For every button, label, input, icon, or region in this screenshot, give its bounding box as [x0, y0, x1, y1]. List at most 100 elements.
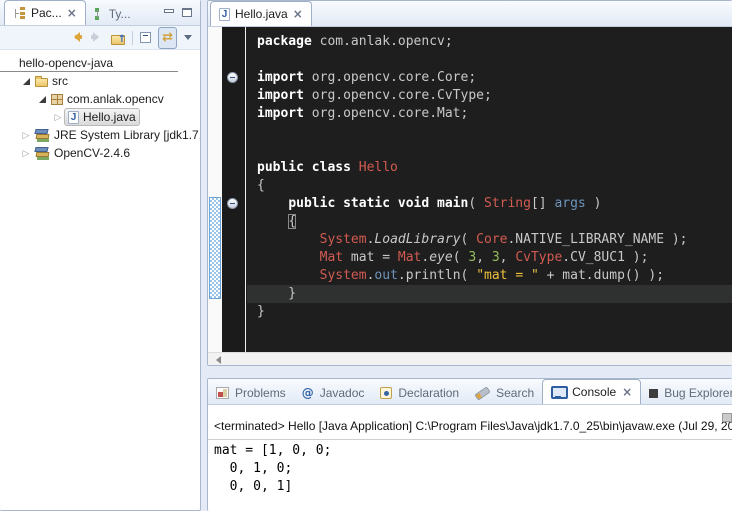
code-editor[interactable]: package com.anlak.opencv; import org.open… [208, 27, 732, 352]
code-token: .CV_8UC1 ); [562, 250, 648, 265]
range-indicator [209, 197, 221, 299]
link-with-editor-button[interactable] [158, 27, 177, 49]
tree-item-content: com.anlak.opencv [48, 91, 167, 107]
java-file-icon [219, 8, 230, 21]
code-token: .println( [398, 268, 476, 283]
collapse-all-button[interactable] [140, 32, 151, 43]
code-token: .NATIVE_LIBRARY_NAME ); [507, 232, 687, 247]
horizontal-scrollbar[interactable] [208, 352, 732, 366]
tab-label: Pac... [31, 6, 62, 20]
annotation-ruler[interactable] [208, 27, 222, 352]
code-line-14: System.out.println( "mat = " + mat.dump(… [247, 267, 732, 285]
tab-javadoc[interactable]: Javadoc [294, 381, 373, 404]
code-token: , [500, 250, 516, 265]
tab-type-hierarchy[interactable]: Ty... [86, 2, 139, 25]
code-token [257, 268, 320, 283]
code-token: System [320, 268, 367, 283]
code-line-4: import org.opencv.core.CvType; [247, 87, 732, 105]
editor-tab-hello-java[interactable]: Hello.java [210, 1, 312, 26]
java-file-icon [68, 111, 79, 124]
code-token: Hello [359, 160, 398, 175]
javadoc-icon [302, 386, 314, 400]
tree-item-hello-opencv-java[interactable]: hello-opencv-java [0, 54, 178, 72]
tab-bug-explorer[interactable]: Bug Explorer [641, 381, 732, 404]
search-icon [475, 386, 490, 399]
code-token: + mat.dump() ); [539, 268, 664, 283]
console-output-line-3: 0, 0, 1] [214, 478, 732, 496]
code-token: ( [453, 250, 469, 265]
code-token: 3 [468, 250, 476, 265]
close-icon[interactable] [293, 7, 303, 21]
scroll-left-icon[interactable] [212, 356, 221, 364]
code-line-8: public class Hello [247, 159, 732, 177]
go-up-button[interactable] [111, 32, 125, 44]
tree-item-src[interactable]: src [0, 72, 200, 90]
tree-item-jre-system-library-jdk1-7-0[interactable]: ▷JRE System Library [jdk1.7.0 [0, 126, 200, 144]
code-token: Mat [320, 250, 343, 265]
tree-item-label: Hello.java [83, 110, 136, 124]
collapsed-arrow-icon[interactable]: ▷ [52, 113, 64, 122]
code-line-3: import org.opencv.core.Core; [247, 69, 732, 87]
expanded-arrow-icon [23, 78, 30, 85]
tree-item-content: Hello.java [64, 108, 140, 126]
console-view[interactable]: <terminated> Hello [Java Application] C:… [208, 405, 732, 511]
console-icon [551, 386, 566, 399]
tab-package-explorer[interactable]: Pac... [4, 0, 86, 25]
tree-item-hello-java[interactable]: ▷ Hello.java [0, 108, 200, 126]
explorer-tabbar: Pac... Ty... [0, 0, 200, 26]
close-icon[interactable] [622, 385, 632, 399]
fold-collapse-icon[interactable] [227, 198, 238, 209]
source-folder-icon [35, 78, 48, 87]
code-token: org.opencv.core.Core; [304, 70, 476, 85]
tab-problems[interactable]: Problems [208, 381, 294, 404]
toolbar-separator [132, 31, 133, 45]
console-output-line-1: mat = [1, 0, 0; [214, 442, 732, 460]
code-line-15: } [247, 285, 732, 303]
collapsed-arrow-icon[interactable]: ▷ [20, 131, 32, 140]
editor-tab-label: Hello.java [235, 7, 288, 21]
tab-console[interactable]: Console [542, 379, 641, 404]
forward-button[interactable] [90, 32, 104, 43]
collapsed-arrow-icon[interactable]: ▷ [20, 149, 32, 158]
code-line-13: Mat mat = Mat.eye( 3, 3, CvType.CV_8UC1 … [247, 249, 732, 267]
back-button[interactable] [69, 32, 83, 43]
collapsed-arrow-icon: ▷ [55, 113, 62, 122]
code-token: { [288, 214, 296, 229]
code-token: Mat [398, 250, 421, 265]
tab-declaration[interactable]: Declaration [372, 381, 467, 404]
code-token: [] [531, 196, 554, 211]
code-token [257, 214, 288, 229]
code-area[interactable]: package com.anlak.opencv; import org.open… [247, 27, 732, 352]
fold-collapse-icon[interactable] [227, 72, 238, 83]
close-icon[interactable] [67, 6, 77, 20]
code-token: } [257, 286, 296, 301]
console-output-line-2: 0, 1, 0; [214, 460, 732, 478]
expanded-arrow-icon[interactable] [20, 78, 32, 85]
code-line-7 [247, 141, 732, 159]
tab-search[interactable]: Search [467, 381, 542, 404]
view-menu-icon[interactable] [184, 35, 192, 44]
expanded-arrow-icon[interactable] [36, 96, 48, 103]
editor-panel: Hello.java package com.anlak.opencv; impo… [207, 0, 732, 366]
explorer-toolbar [0, 26, 200, 50]
package-explorer-panel: Pac... Ty... hello-opencv-javasrccom.anl… [0, 0, 201, 511]
folding-gutter[interactable] [222, 27, 246, 352]
code-line-1: package com.anlak.opencv; [247, 33, 732, 51]
tree-item-opencv-2-4-6[interactable]: ▷ OpenCV-2.4.6 [0, 144, 200, 162]
console-output[interactable]: mat = [1, 0, 0; 0, 1, 0; 0, 0, 1] [214, 442, 732, 496]
tree-item-com-anlak-opencv[interactable]: com.anlak.opencv [0, 90, 200, 108]
code-token: import [257, 106, 304, 121]
tab-label: Ty... [109, 7, 131, 21]
maximize-icon[interactable] [182, 8, 192, 17]
console-toolbar-icon[interactable] [722, 413, 732, 422]
tree-item-label: OpenCV-2.4.6 [54, 146, 130, 160]
code-token [351, 160, 359, 175]
code-token [257, 232, 320, 247]
bottom-views-panel: ProblemsJavadocDeclarationSearchConsoleB… [207, 378, 732, 511]
tree-item-content: hello-opencv-java [16, 55, 116, 71]
code-token: { [257, 178, 265, 193]
minimize-icon[interactable] [164, 8, 174, 17]
code-token: System [320, 232, 367, 247]
package-explorer-icon [13, 7, 26, 19]
library-icon [35, 147, 50, 160]
